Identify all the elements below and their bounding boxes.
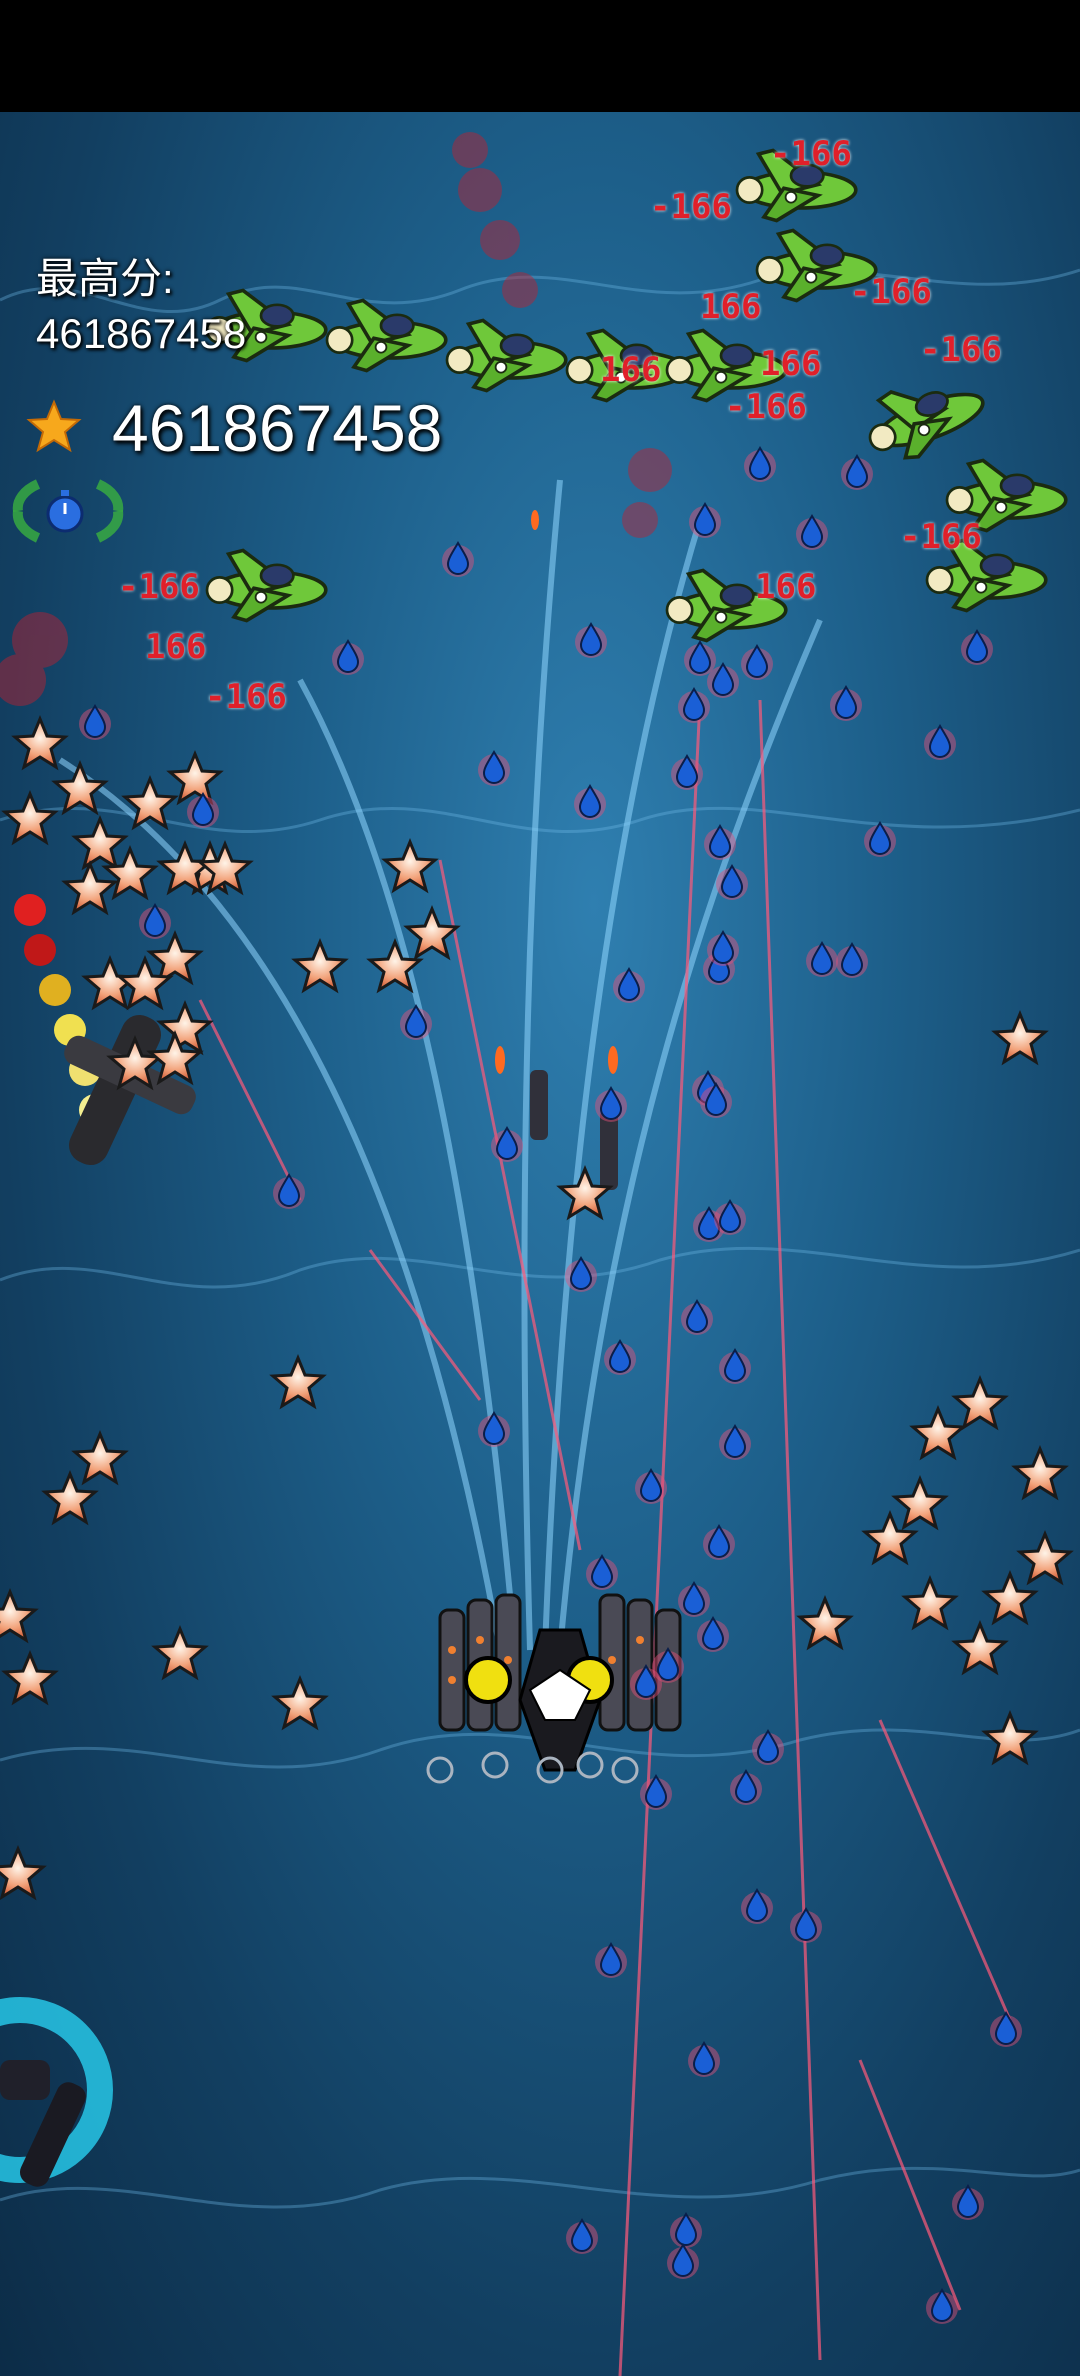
wingman-drone (495, 510, 618, 1190)
damage-number: -166 (920, 330, 1002, 370)
stopwatch-icon (12, 479, 124, 543)
damage-number: 166 (600, 350, 662, 390)
enemy-plane (205, 548, 328, 623)
damage-number: -166 (650, 187, 732, 227)
wrecked-bomber (0, 1997, 113, 2187)
damage-number: -166 (118, 567, 200, 607)
damage-number: -166 (770, 134, 852, 174)
enemy-bullets (78, 447, 1023, 2325)
enemy-plane (855, 361, 995, 473)
damage-number: -166 (900, 517, 982, 557)
damage-number: -166 (205, 677, 287, 717)
damage-number: 166 (145, 627, 207, 667)
enemy-plane (325, 298, 448, 373)
damage-number: 166 (760, 344, 822, 384)
best-score-label: 最高分: (36, 255, 174, 302)
water-texture (0, 268, 1080, 2209)
current-score: 461867458 (112, 391, 443, 465)
damage-number: 166 (700, 287, 762, 327)
best-score-value: 461867458 (36, 310, 247, 357)
star-icon (26, 399, 82, 453)
damage-number: 166 (755, 567, 817, 607)
damage-number: -166 (725, 387, 807, 427)
enemy-plane (445, 318, 568, 393)
status-bar (0, 0, 1080, 112)
damage-number: -166 (850, 272, 932, 312)
